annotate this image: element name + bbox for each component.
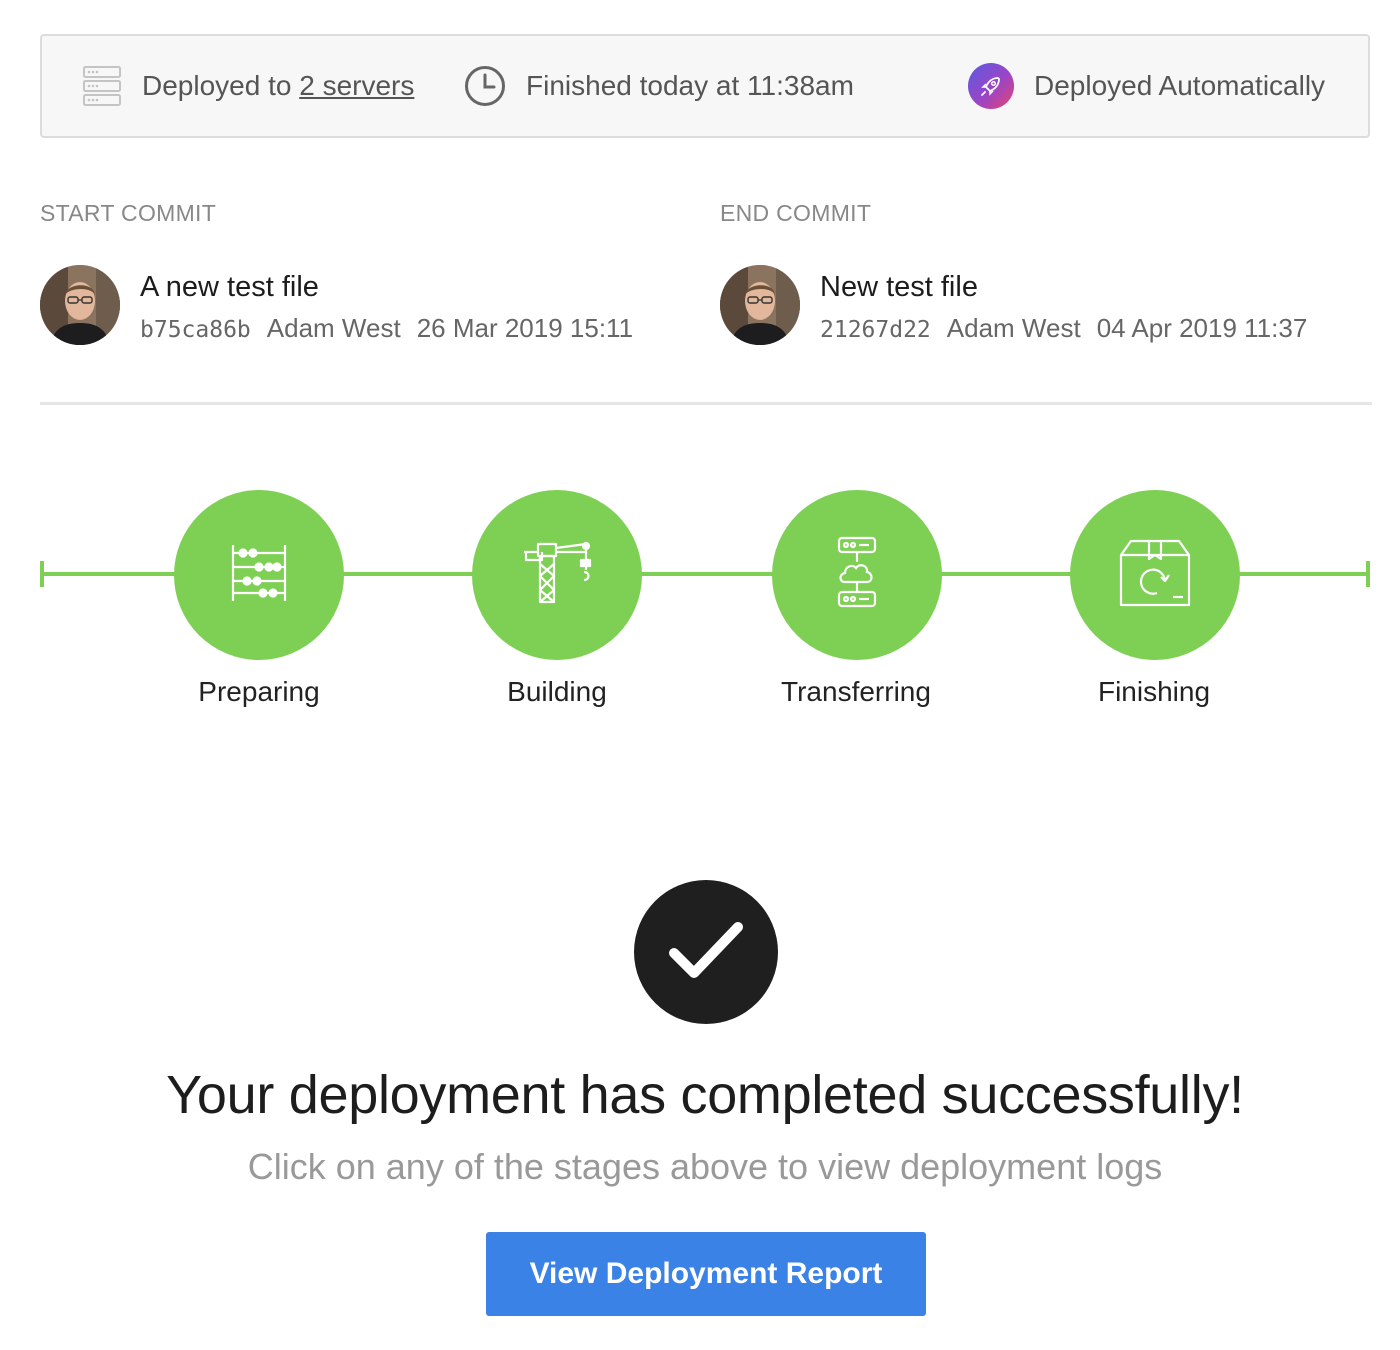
rocket-icon (968, 63, 1014, 109)
crane-icon (520, 540, 594, 611)
commit-date: 26 Mar 2019 15:11 (416, 313, 634, 343)
checkmark-icon (668, 919, 744, 986)
stage-transferring[interactable] (772, 490, 942, 660)
deployed-servers-info: Deployed to 2 servers (82, 36, 414, 136)
stage-finishing[interactable] (1070, 490, 1240, 660)
server-stack-icon (82, 65, 122, 107)
cloud-transfer-icon (835, 536, 879, 615)
end-commit-label: END COMMIT (720, 200, 872, 226)
commit-hash: 21267d22 (820, 317, 931, 343)
start-commit: START COMMIT A new test file b75ca86b Ada… (40, 200, 680, 345)
stage-label-finishing: Finishing (1097, 676, 1211, 707)
commit-message: New test file (820, 271, 978, 303)
commit-author: Adam West (946, 313, 1081, 343)
start-commit-row[interactable]: A new test file b75ca86b Adam West 26 Mar … (40, 251, 680, 345)
start-commit-label: START COMMIT (40, 200, 217, 226)
servers-link[interactable]: 2 servers (299, 70, 414, 101)
abacus-icon (229, 543, 289, 608)
package-icon (1117, 537, 1193, 614)
commit-meta: b75ca86b Adam West 26 Mar 2019 15:11 (140, 313, 633, 344)
commit-date: 04 Apr 2019 11:37 (1096, 313, 1308, 343)
pipeline-end-cap (1366, 561, 1370, 587)
finished-time-info: Finished today at 11:38am (464, 36, 854, 136)
stage-preparing[interactable] (174, 490, 344, 660)
stage-label-transferring: Transferring (781, 676, 931, 707)
avatar (720, 265, 800, 345)
trigger-text: Deployed Automatically (1034, 70, 1326, 101)
success-check (634, 880, 778, 1024)
success-subtitle: Click on any of the stages above to view… (247, 1146, 1163, 1187)
stage-building[interactable] (472, 490, 642, 660)
end-commit: END COMMIT New test file 21267d22 Adam We… (720, 200, 1360, 345)
clock-icon (464, 65, 506, 107)
stage-label-building: Building (507, 676, 607, 707)
commit-hash: b75ca86b (140, 317, 251, 343)
deploy-trigger-info: Deployed Automatically (968, 36, 1325, 136)
success-title: Your deployment has completed successful… (166, 1065, 1244, 1125)
avatar (40, 265, 120, 345)
stage-label-preparing: Preparing (198, 676, 320, 707)
section-divider (40, 402, 1372, 405)
finished-text: Finished today at 11:38am (526, 70, 854, 101)
view-deployment-report-button[interactable]: View Deployment Report (486, 1232, 926, 1316)
commit-author: Adam West (266, 313, 401, 343)
commit-meta: 21267d22 Adam West 04 Apr 2019 11:37 (820, 313, 1307, 344)
end-commit-row[interactable]: New test file 21267d22 Adam West 04 Apr 20… (720, 251, 1360, 345)
commit-message: A new test file (140, 271, 319, 303)
servers-prefix: Deployed to (142, 70, 292, 101)
deployment-info-bar: Deployed to 2 servers Finished today at … (40, 34, 1370, 138)
pipeline-start-cap (40, 561, 44, 587)
